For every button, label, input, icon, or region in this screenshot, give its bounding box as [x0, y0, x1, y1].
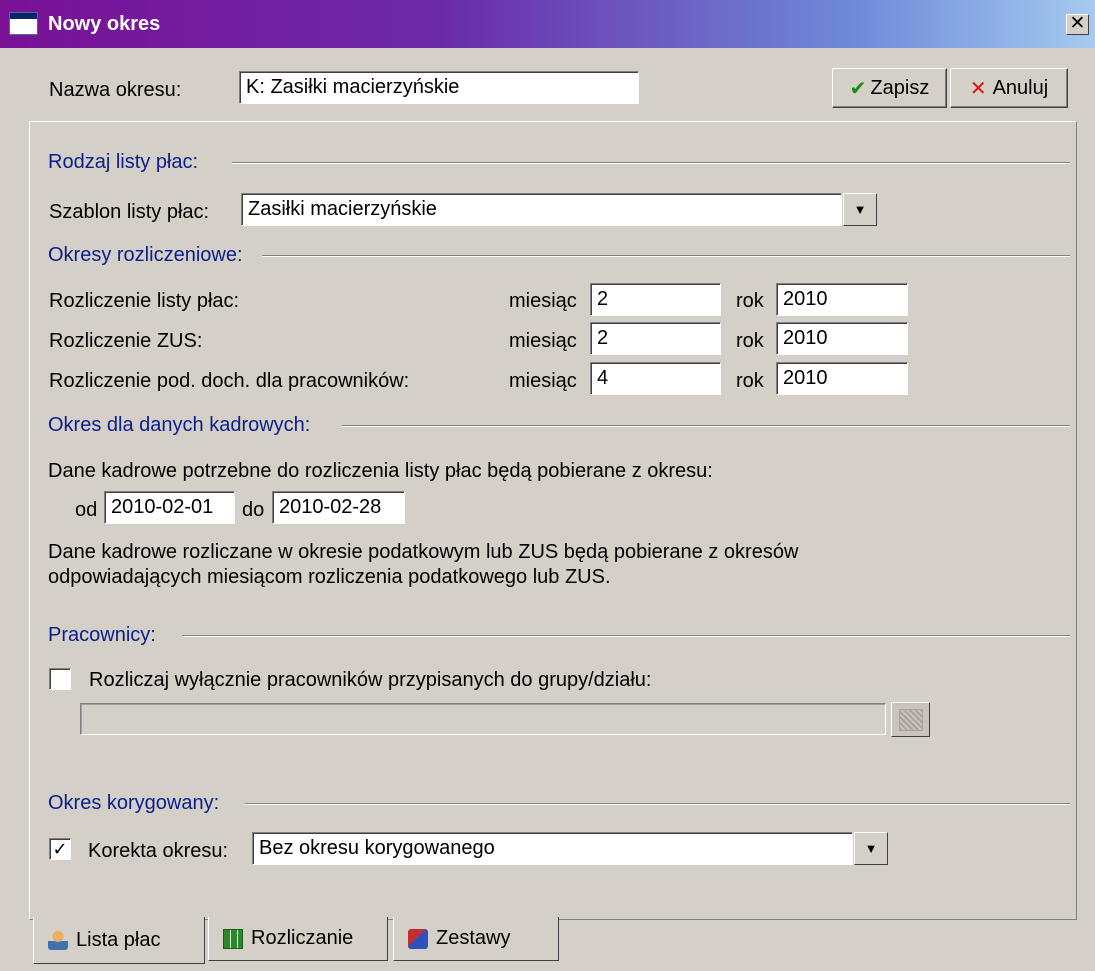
restrict-employees-checkbox[interactable] [49, 668, 71, 690]
person-icon [48, 930, 68, 950]
tab-label: Zestawy [436, 927, 511, 949]
tab-label: Rozliczanie [251, 927, 354, 949]
payroll-month-input[interactable]: 2 [590, 283, 721, 316]
correction-select[interactable]: Bez okresu korygowanego [252, 832, 853, 865]
tax-year-input[interactable]: 2010 [776, 362, 908, 395]
correction-dropdown-button[interactable]: ▼ [854, 832, 888, 865]
window-title: Nowy okres [48, 13, 161, 35]
hr-period-note-line2: odpowiadających miesiącom rozliczenia po… [48, 566, 611, 588]
settlement-row-label: Rozliczenie pod. doch. dla pracowników: [49, 370, 410, 392]
period-name-input[interactable]: K: Zasiłki macierzyńskie [239, 71, 639, 104]
template-label: Szablon listy płac: [49, 201, 210, 223]
section-divider [232, 162, 1070, 164]
close-icon: ✕ [1069, 13, 1086, 34]
tab-lista-plac[interactable]: Lista płac [33, 917, 205, 964]
save-button-label: Zapisz [870, 76, 930, 99]
settlement-row-label: Rozliczenie ZUS: [49, 330, 203, 352]
template-select[interactable]: Zasiłki macierzyńskie [241, 193, 842, 226]
section-hr-period: Okres dla danych kadrowych: [48, 414, 311, 436]
month-label: miesiąc [509, 290, 577, 312]
to-label: do [242, 499, 265, 521]
tax-month-input[interactable]: 4 [590, 362, 721, 395]
group-field-disabled [80, 703, 886, 735]
grid-picker-icon [898, 708, 923, 731]
month-label: miesiąc [509, 330, 577, 352]
section-divider [245, 803, 1070, 805]
settlement-row-label: Rozliczenie listy płac: [49, 290, 240, 312]
template-dropdown-button[interactable]: ▼ [843, 193, 877, 226]
save-button[interactable]: ✔ Zapisz [832, 68, 947, 108]
year-label: rok [736, 330, 764, 352]
window-icon [9, 12, 38, 35]
zus-year-input[interactable]: 2010 [776, 322, 908, 355]
close-button[interactable]: ✕ [1066, 14, 1089, 35]
cancel-button-label: Anuluj [992, 76, 1049, 99]
cross-icon: ✕ [969, 77, 987, 100]
zus-month-input[interactable]: 2 [590, 322, 721, 355]
tab-label: Lista płac [76, 928, 161, 951]
section-payroll-type: Rodzaj listy płac: [48, 151, 199, 173]
group-picker-button [891, 702, 930, 737]
section-corrected: Okres korygowany: [48, 792, 220, 814]
section-divider [262, 255, 1070, 257]
month-label: miesiąc [509, 370, 577, 392]
sets-icon [408, 928, 428, 949]
correction-label: Korekta okresu: [88, 840, 229, 862]
chevron-down-icon: ▼ [864, 841, 878, 856]
checkmark-icon: ✔ [849, 77, 867, 100]
checkmark-icon: ✓ [52, 839, 68, 859]
section-settlement: Okresy rozliczeniowe: [48, 244, 243, 266]
hr-period-info: Dane kadrowe potrzebne do rozliczenia li… [48, 460, 713, 482]
payroll-year-input[interactable]: 2010 [776, 283, 908, 316]
title-bar [0, 0, 1095, 48]
to-date-input[interactable]: 2010-02-28 [272, 491, 405, 524]
year-label: rok [736, 290, 764, 312]
chevron-down-icon: ▼ [853, 202, 867, 217]
period-name-label: Nazwa okresu: [49, 79, 182, 101]
correction-checkbox[interactable]: ✓ [49, 838, 71, 860]
year-label: rok [736, 370, 764, 392]
tab-rozliczanie[interactable]: Rozliczanie [208, 917, 388, 961]
tab-zestawy[interactable]: Zestawy [393, 917, 559, 961]
section-divider [342, 425, 1070, 427]
from-label: od [75, 499, 98, 521]
cancel-button[interactable]: ✕ Anuluj [950, 68, 1068, 108]
restrict-employees-label: Rozliczaj wyłącznie pracowników przypisa… [89, 669, 652, 691]
section-employees: Pracownicy: [48, 624, 156, 646]
spreadsheet-icon [223, 928, 243, 949]
from-date-input[interactable]: 2010-02-01 [104, 491, 235, 524]
hr-period-note-line1: Dane kadrowe rozliczane w okresie podatk… [48, 541, 799, 563]
section-divider [182, 635, 1070, 637]
